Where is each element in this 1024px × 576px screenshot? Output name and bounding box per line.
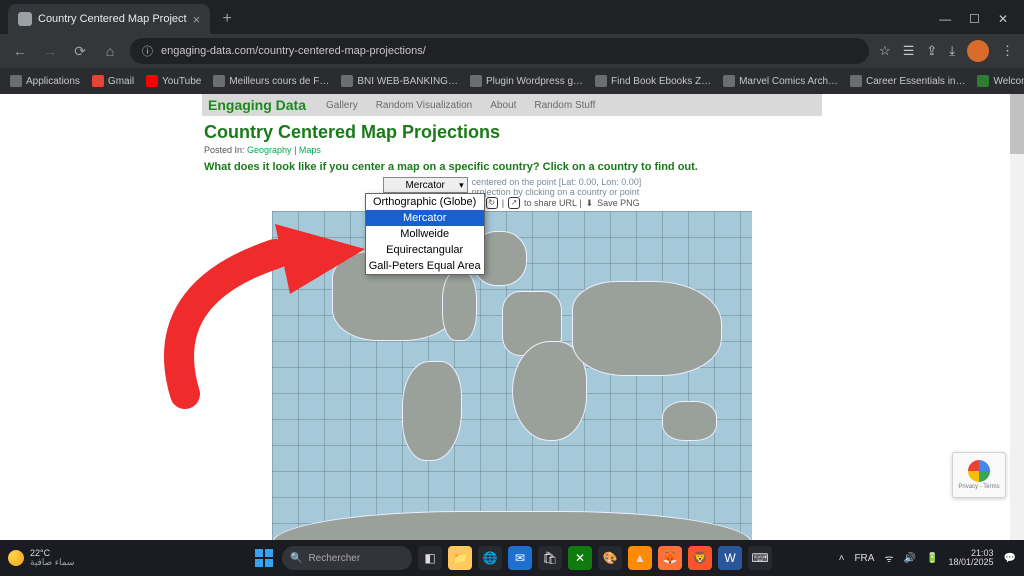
taskbar-app-store[interactable]: 🛍	[538, 546, 562, 570]
landmass[interactable]	[442, 271, 477, 341]
nav-about[interactable]: About	[490, 100, 516, 111]
tray-volume-icon[interactable]: 🔊	[904, 553, 916, 564]
bookmarks-bar: Applications Gmail YouTube Meilleurs cou…	[0, 68, 1024, 94]
hint-text: projection by clicking on a country or p…	[472, 187, 642, 197]
tray-lang[interactable]: FRA	[854, 553, 874, 564]
select-value: Mercator	[405, 180, 444, 191]
recaptcha-badge[interactable]: Privacy - Terms	[952, 452, 1006, 498]
nav-random-stuff[interactable]: Random Stuff	[534, 100, 595, 111]
projection-select[interactable]: Mercator	[383, 177, 468, 193]
home-button[interactable]: ⌂	[100, 41, 120, 61]
nav-random-viz[interactable]: Random Visualization	[376, 100, 473, 111]
reset-icon[interactable]: ↻	[486, 197, 498, 209]
new-tab-button[interactable]: +	[214, 6, 240, 32]
recaptcha-privacy: Privacy - Terms	[958, 484, 999, 490]
window-minimize-button[interactable]: —	[939, 12, 951, 26]
weather-widget[interactable]: 22°C سماء صافية	[8, 549, 74, 567]
post-meta: Posted In: Geography | Maps	[204, 145, 822, 155]
bookmark-item[interactable]: Find Book Ebooks Z…	[595, 75, 711, 87]
world-map[interactable]: engaging-data.com	[272, 211, 752, 540]
option-equirectangular[interactable]: Equirectangular	[366, 242, 484, 258]
center-point-text: centered on the point [Lat: 0.00, Lon: 0…	[472, 177, 642, 187]
category-link[interactable]: Geography	[247, 145, 292, 155]
taskbar-app-word[interactable]: W	[718, 546, 742, 570]
reload-button[interactable]: ⟳	[70, 41, 90, 61]
page-title: Country Centered Map Projections	[204, 122, 822, 143]
menu-icon[interactable]: ⋮	[1001, 43, 1014, 59]
bookmark-item[interactable]: Gmail	[92, 75, 134, 87]
option-gall-peters[interactable]: Gall-Peters Equal Area	[366, 258, 484, 274]
option-mercator[interactable]: Mercator	[366, 210, 484, 226]
tray-battery-icon[interactable]: 🔋	[926, 553, 938, 564]
taskbar-app-chrome[interactable]: 🌐	[478, 546, 502, 570]
recaptcha-icon	[968, 460, 990, 482]
nav-gallery[interactable]: Gallery	[326, 100, 358, 111]
landmass[interactable]	[662, 401, 717, 441]
back-button[interactable]: ←	[10, 41, 30, 61]
taskbar-app-xbox[interactable]: ✕	[568, 546, 592, 570]
projection-dropdown: Orthographic (Globe) Mercator Mollweide …	[365, 193, 485, 275]
taskbar-app-outlook[interactable]: ✉	[508, 546, 532, 570]
page-subhead: What does it look like if you center a m…	[204, 161, 822, 173]
share-label: to share URL |	[524, 198, 582, 208]
landmass[interactable]	[572, 281, 722, 376]
category-link[interactable]: Maps	[299, 145, 321, 155]
url-text: engaging-data.com/country-centered-map-p…	[161, 45, 426, 57]
taskbar-app-paint[interactable]: 🎨	[598, 546, 622, 570]
browser-tab[interactable]: Country Centered Map Project ×	[8, 4, 210, 34]
taskbar-search[interactable]: 🔍 Rechercher	[282, 546, 412, 570]
favicon-icon	[18, 12, 32, 26]
taskbar-app-explorer[interactable]: 📁	[448, 546, 472, 570]
search-placeholder: Rechercher	[308, 553, 360, 564]
tray-wifi-icon[interactable]: ᯤ	[884, 551, 893, 565]
download-icon[interactable]: ⤓	[949, 43, 955, 59]
close-tab-icon[interactable]: ×	[193, 12, 201, 27]
site-header: Engaging Data Gallery Random Visualizati…	[202, 94, 822, 116]
option-orthographic[interactable]: Orthographic (Globe)	[366, 194, 484, 210]
landmass[interactable]	[402, 361, 462, 461]
window-close-button[interactable]: ✕	[998, 12, 1008, 26]
bookmark-item[interactable]: Plugin Wordpress g…	[470, 75, 583, 87]
forward-button[interactable]: →	[40, 41, 60, 61]
bookmark-item[interactable]: Meilleurs cours de F…	[213, 75, 329, 87]
tray-clock[interactable]: 21:03 18/01/2025	[949, 549, 994, 568]
bookmark-item[interactable]: Career Essentials in…	[850, 75, 965, 87]
window-maximize-button[interactable]: ☐	[969, 12, 980, 26]
taskbar-app-terminal[interactable]: ⌨	[748, 546, 772, 570]
tray-chevron-icon[interactable]: ˄	[839, 553, 845, 564]
bookmark-item[interactable]: Welcome to the Jun…	[977, 75, 1024, 87]
taskbar-app-firefox[interactable]: 🦊	[658, 546, 682, 570]
translate-icon[interactable]: ⇪	[926, 43, 937, 59]
windows-taskbar: 22°C سماء صافية 🔍 Rechercher ◧ 📁 🌐 ✉ 🛍 ✕…	[0, 540, 1024, 576]
address-bar[interactable]: ⓘ engaging-data.com/country-centered-map…	[130, 38, 869, 64]
start-button[interactable]	[252, 546, 276, 570]
bookmark-star-icon[interactable]: ☆	[879, 43, 891, 59]
site-info-icon[interactable]: ⓘ	[142, 43, 153, 59]
share-icon[interactable]: ↗	[508, 197, 520, 209]
option-mollweide[interactable]: Mollweide	[366, 226, 484, 242]
page-scrollbar[interactable]	[1010, 94, 1024, 540]
extension-icon[interactable]: ☰	[903, 43, 915, 59]
bookmark-item[interactable]: BNI WEB-BANKING…	[341, 75, 458, 87]
taskbar-app-brave[interactable]: 🦁	[688, 546, 712, 570]
bookmark-item[interactable]: YouTube	[146, 75, 201, 87]
search-icon: 🔍	[290, 553, 302, 564]
taskbar-app-vlc[interactable]: ▲	[628, 546, 652, 570]
profile-avatar[interactable]	[967, 40, 989, 62]
bookmark-item[interactable]: Marvel Comics Arch…	[723, 75, 838, 87]
site-brand[interactable]: Engaging Data	[208, 97, 306, 113]
download-icon[interactable]: ⬇	[586, 198, 594, 209]
bookmark-item[interactable]: Applications	[10, 75, 80, 87]
task-view-button[interactable]: ◧	[418, 546, 442, 570]
weather-icon	[8, 550, 24, 566]
weather-cond: سماء صافية	[30, 558, 74, 567]
tray-notifications-icon[interactable]: 💬	[1004, 553, 1016, 564]
tab-title: Country Centered Map Project	[38, 13, 187, 25]
save-png-label[interactable]: Save PNG	[597, 198, 640, 208]
